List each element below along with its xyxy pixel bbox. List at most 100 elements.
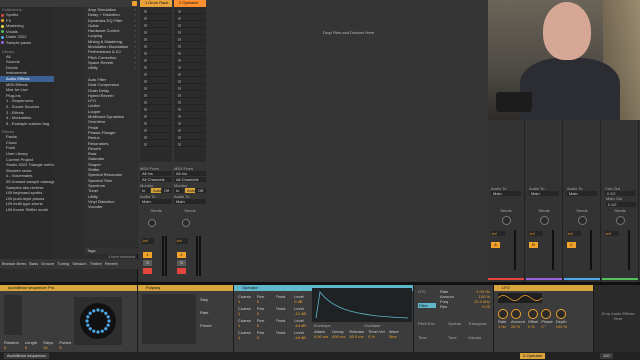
- library-item[interactable]: 5 - Example custom bag: [0, 121, 54, 127]
- sequencer-step-dot[interactable]: [104, 327, 108, 331]
- step-grid[interactable]: [142, 294, 196, 344]
- envelope-param[interactable]: Time<Vel 0 %: [368, 329, 385, 339]
- audio-to-select[interactable]: Main: [140, 199, 172, 204]
- clip-slot[interactable]: [142, 135, 172, 140]
- operator-param[interactable]: Fine 0: [257, 330, 273, 340]
- return-output-select[interactable]: Main: [529, 191, 559, 196]
- return-track-activator[interactable]: B: [529, 242, 538, 248]
- operator-param[interactable]: Fixed: [276, 330, 292, 340]
- monitor-in-button[interactable]: In: [174, 188, 184, 193]
- sequencer-step-dot[interactable]: [106, 323, 110, 327]
- operator-param[interactable]: Fine 0: [257, 306, 273, 316]
- send-knob[interactable]: [501, 216, 511, 225]
- lfo-device-param[interactable]: Depth 100 %: [555, 309, 567, 329]
- monitor-auto-button[interactable]: Auto: [151, 188, 161, 193]
- clip-slot[interactable]: [176, 114, 206, 119]
- sequencer-param[interactable]: Rotation 0: [4, 340, 19, 350]
- collection-item[interactable]: Sample packs: [0, 40, 54, 46]
- browser-footer-tag[interactable]: Groove: [41, 261, 54, 267]
- sequencer-step-dot[interactable]: [86, 315, 90, 319]
- clip-slot[interactable]: [142, 79, 172, 84]
- clip-slot[interactable]: [176, 107, 206, 112]
- polystep-param[interactable]: Preset: [200, 323, 230, 328]
- track-activator-2[interactable]: 2: [177, 252, 186, 258]
- clip-slot[interactable]: [176, 51, 206, 56]
- operator-param[interactable]: Fixed: [276, 294, 292, 304]
- sequencer-step-dot[interactable]: [96, 330, 100, 334]
- browser-footer-tag[interactable]: Browse Items: [2, 261, 26, 267]
- clip-slot[interactable]: [176, 37, 206, 42]
- browser-footer-tag[interactable]: Reverb: [105, 261, 118, 267]
- track-header-1[interactable]: 1 Drum Rack: [140, 0, 172, 7]
- send-knob[interactable]: [615, 216, 625, 225]
- sequencer-step-dot[interactable]: [86, 323, 90, 327]
- drop-zone-text[interactable]: Drop Files and Devices Here: [323, 30, 374, 35]
- clip-slot[interactable]: [142, 65, 172, 70]
- sequencer-step-dot[interactable]: [104, 311, 108, 315]
- solo-button[interactable]: S: [143, 260, 152, 266]
- circular-sequencer-display[interactable]: [74, 297, 122, 345]
- clip-slot[interactable]: [142, 142, 172, 147]
- sequencer-step-dot[interactable]: [100, 309, 104, 313]
- envelope-param[interactable]: Attack 0.00 ms: [314, 329, 328, 339]
- audio-to-select[interactable]: Main: [174, 199, 206, 204]
- main-out-select[interactable]: ii 1/2: [606, 202, 636, 207]
- clip-slot[interactable]: [176, 79, 206, 84]
- effects-drop-zone[interactable]: Drop Audio Effects Here: [594, 285, 640, 352]
- clip-slot[interactable]: [176, 23, 206, 28]
- clip-slot[interactable]: [142, 37, 172, 42]
- return-output-select[interactable]: Main: [567, 191, 597, 196]
- clip-slot[interactable]: [142, 23, 172, 28]
- device-list-item[interactable]: Vocoder: [84, 204, 138, 209]
- send-knob[interactable]: [539, 216, 549, 225]
- browser-footer-tag[interactable]: Tuning: [57, 261, 69, 267]
- clip-slot[interactable]: [142, 72, 172, 77]
- clip-slot[interactable]: [176, 100, 206, 105]
- clip-slot[interactable]: [176, 44, 206, 49]
- return-track-activator[interactable]: C: [567, 242, 576, 248]
- send-knob-a[interactable]: [148, 219, 156, 227]
- sequencer-param[interactable]: Steps 16: [43, 340, 53, 350]
- clip-slot[interactable]: [142, 86, 172, 91]
- envelope-param[interactable]: Wave Sine: [389, 329, 399, 339]
- sequencer-pad-grid[interactable]: [4, 295, 22, 335]
- param-knob[interactable]: [541, 309, 552, 319]
- send-knob[interactable]: [577, 216, 587, 225]
- param-knob[interactable]: [511, 309, 521, 319]
- monitor-off-button[interactable]: Off: [196, 188, 206, 193]
- clip-slot[interactable]: [176, 72, 206, 77]
- operator-param[interactable]: Fine 0: [257, 294, 273, 304]
- clip-slot[interactable]: [176, 128, 206, 133]
- filter-toggle[interactable]: Filter: [418, 303, 436, 308]
- midi-channel-select[interactable]: All Channels: [140, 177, 172, 182]
- operator-param[interactable]: Level -12 dB: [294, 306, 310, 316]
- lfo-device-title[interactable]: LFO: [494, 285, 593, 291]
- operator-param[interactable]: Fixed: [276, 306, 292, 316]
- return-volume[interactable]: -inf: [491, 231, 505, 236]
- midi-channel-select[interactable]: All Channels: [174, 177, 206, 182]
- return-volume[interactable]: -inf: [605, 231, 619, 236]
- device-tab-right[interactable]: 2-Operator: [520, 353, 546, 359]
- operator-param[interactable]: Coarse 1: [238, 318, 254, 328]
- track-activator-1[interactable]: 1: [143, 252, 152, 258]
- track-volume-2[interactable]: -inf: [176, 238, 188, 244]
- operator-param[interactable]: Level 0 dB: [294, 294, 310, 304]
- clip-slot[interactable]: [142, 30, 172, 35]
- lfo-param[interactable]: Res 0.00: [440, 304, 490, 309]
- clip-slot[interactable]: [142, 114, 172, 119]
- param-knob[interactable]: [555, 309, 566, 319]
- operator-param[interactable]: Coarse 1: [238, 330, 254, 340]
- browser-footer-tag[interactable]: Session: [72, 261, 86, 267]
- clip-slot[interactable]: [142, 93, 172, 98]
- sequencer-step-dot[interactable]: [92, 329, 96, 333]
- browser-toggle-button[interactable]: [132, 1, 137, 6]
- monitor-in-button[interactable]: In: [140, 188, 150, 193]
- clip-slot[interactable]: [176, 121, 206, 126]
- operator-param[interactable]: Level -inf dB: [294, 318, 310, 328]
- sequencer-step-dot[interactable]: [92, 309, 96, 313]
- return-output-select[interactable]: Main: [491, 191, 521, 196]
- clip-slot[interactable]: [176, 65, 206, 70]
- tempo-display[interactable]: 120: [600, 353, 613, 359]
- sequencer-step-dot[interactable]: [107, 319, 111, 323]
- envelope-display[interactable]: [312, 288, 412, 322]
